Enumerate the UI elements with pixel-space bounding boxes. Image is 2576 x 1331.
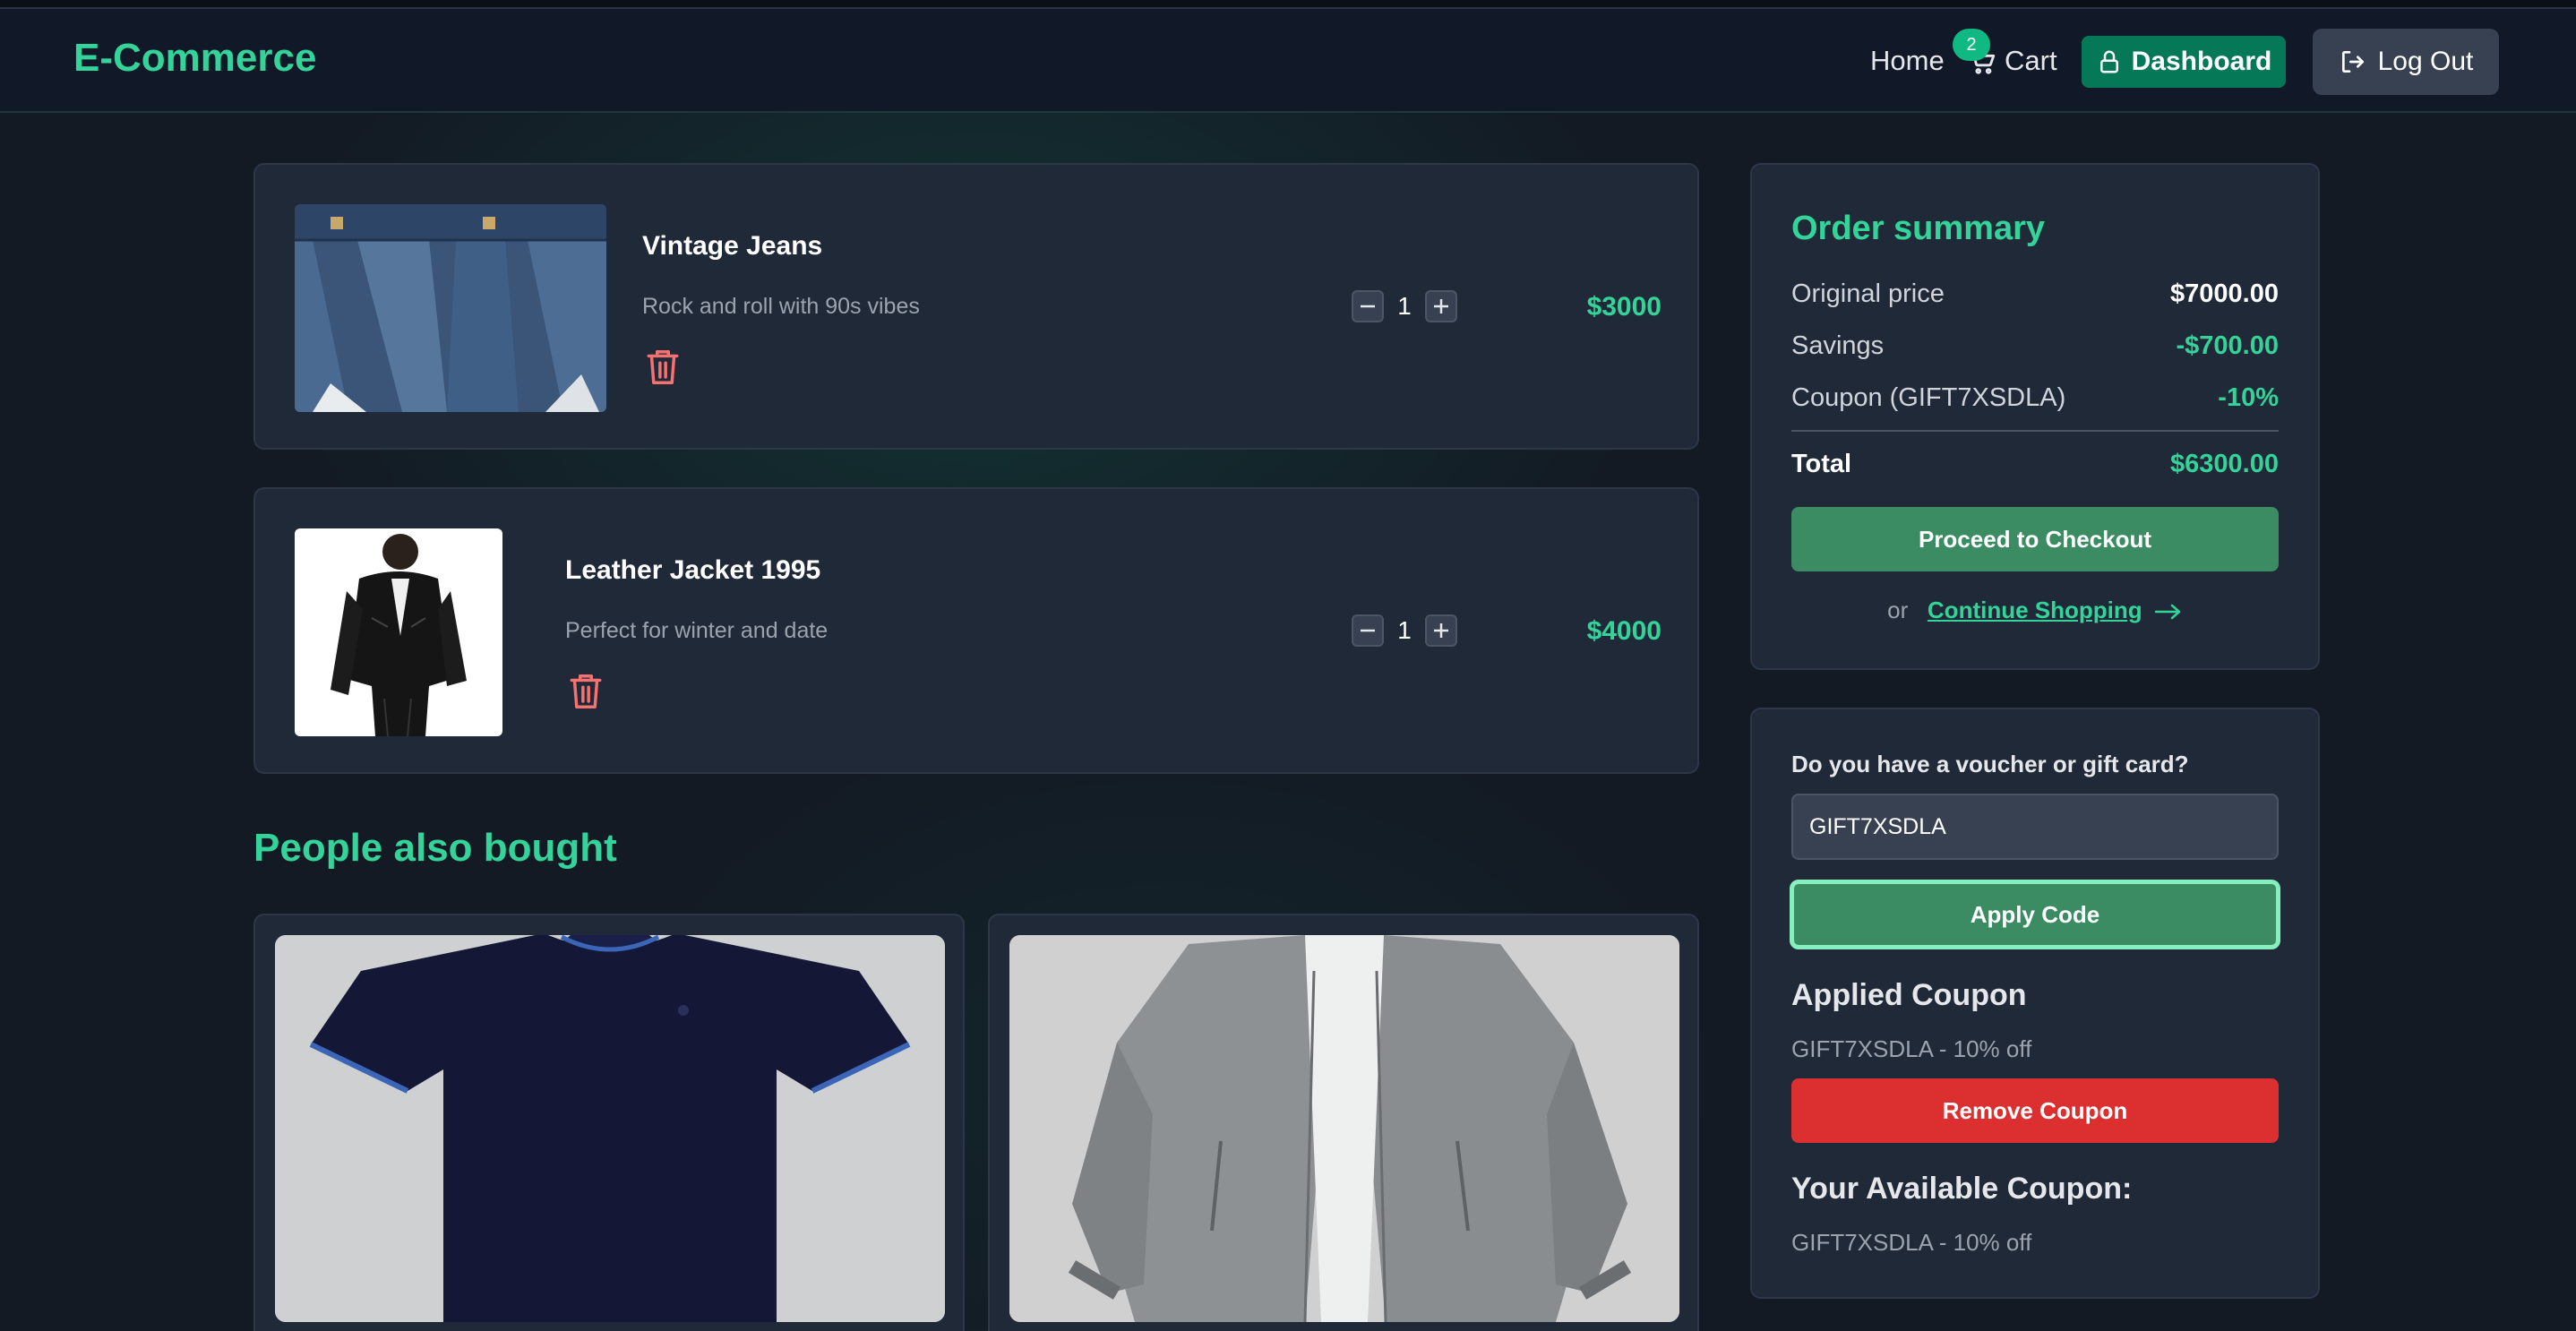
order-summary-title: Order summary bbox=[1791, 210, 2046, 247]
trash-icon[interactable] bbox=[569, 672, 603, 711]
arrow-right-icon[interactable] bbox=[2154, 603, 2183, 621]
summary-divider bbox=[1791, 430, 2279, 432]
brand-logo[interactable]: E-Commerce bbox=[73, 36, 316, 81]
cart-item: Leather Jacket 1995 Perfect for winter a… bbox=[253, 487, 1699, 774]
continue-shopping-link[interactable]: Continue Shopping bbox=[1928, 597, 2142, 623]
item-price: $4000 bbox=[1586, 616, 1662, 646]
apply-code-button[interactable]: Apply Code bbox=[1790, 880, 2280, 949]
trash-icon[interactable] bbox=[646, 348, 680, 387]
product-image-polo-shirt bbox=[275, 935, 945, 1322]
cart-item: Vintage Jeans Rock and roll with 90s vib… bbox=[253, 163, 1699, 450]
voucher-panel: Do you have a voucher or gift card? Appl… bbox=[1750, 708, 2320, 1299]
savings-value: -$700.00 bbox=[2176, 331, 2280, 360]
top-navbar: E-Commerce Home Cart 2 Dashboard Log Out bbox=[0, 9, 2576, 113]
applied-coupon-text: GIFT7XSDLA - 10% off bbox=[1791, 1035, 2032, 1062]
quantity-stepper: 1 bbox=[1352, 614, 1457, 647]
plus-icon bbox=[1434, 623, 1448, 638]
quantity-value: 1 bbox=[1397, 292, 1412, 320]
voucher-question: Do you have a voucher or gift card? bbox=[1791, 751, 2189, 777]
continue-shopping-row: or Continue Shopping bbox=[1752, 597, 2318, 624]
product-image-gray-jacket bbox=[1009, 935, 1679, 1322]
available-coupon-text: GIFT7XSDLA - 10% off bbox=[1791, 1229, 2032, 1256]
applied-coupon-heading: Applied Coupon bbox=[1791, 978, 2027, 1012]
quantity-stepper: 1 bbox=[1352, 290, 1457, 322]
quantity-value: 1 bbox=[1397, 616, 1412, 644]
nav-home-link[interactable]: Home bbox=[1870, 45, 1945, 77]
recommended-product-card[interactable] bbox=[253, 914, 965, 1331]
order-summary-panel: Order summary Original price $7000.00 Sa… bbox=[1750, 163, 2320, 670]
product-image-vintage-jeans bbox=[295, 204, 606, 412]
coupon-label: Coupon (GIFT7XSDLA) bbox=[1791, 383, 2066, 412]
logout-icon bbox=[2341, 51, 2364, 73]
window-top-edge bbox=[0, 0, 2576, 9]
dashboard-label: Dashboard bbox=[2131, 47, 2272, 76]
proceed-to-checkout-button[interactable]: Proceed to Checkout bbox=[1791, 507, 2279, 571]
cart-count-badge: 2 bbox=[1953, 29, 1990, 61]
total-row: Total $6300.00 bbox=[1791, 450, 2279, 479]
recommendations-heading: People also bought bbox=[253, 826, 617, 870]
decrease-quantity-button[interactable] bbox=[1352, 614, 1384, 647]
item-price: $3000 bbox=[1586, 292, 1662, 322]
nav-cart-label: Cart bbox=[2005, 45, 2057, 76]
total-label: Total bbox=[1791, 450, 1852, 478]
logout-button[interactable]: Log Out bbox=[2313, 29, 2499, 95]
total-value: $6300.00 bbox=[2170, 450, 2279, 478]
logout-label: Log Out bbox=[2377, 47, 2474, 76]
coupon-value: -10% bbox=[2218, 383, 2279, 412]
item-name: Leather Jacket 1995 bbox=[565, 555, 821, 585]
item-description: Perfect for winter and date bbox=[565, 618, 829, 643]
product-image-leather-jacket bbox=[295, 528, 502, 736]
decrease-quantity-button[interactable] bbox=[1352, 290, 1384, 322]
item-description: Rock and roll with 90s vibes bbox=[642, 294, 920, 319]
savings-row: Savings -$700.00 bbox=[1791, 331, 2279, 361]
increase-quantity-button[interactable] bbox=[1425, 290, 1457, 322]
original-price-row: Original price $7000.00 bbox=[1791, 279, 2279, 309]
available-coupon-heading: Your Available Coupon: bbox=[1791, 1172, 2133, 1206]
recommended-product-card[interactable] bbox=[988, 914, 1699, 1331]
or-text: or bbox=[1887, 597, 1909, 623]
lock-icon bbox=[2099, 50, 2118, 73]
original-price-label: Original price bbox=[1791, 279, 1945, 308]
minus-icon bbox=[1361, 305, 1375, 308]
remove-coupon-button[interactable]: Remove Coupon bbox=[1791, 1078, 2279, 1143]
coupon-row: Coupon (GIFT7XSDLA) -10% bbox=[1791, 383, 2279, 413]
voucher-code-input[interactable] bbox=[1791, 794, 2279, 860]
item-name: Vintage Jeans bbox=[642, 231, 823, 261]
plus-icon bbox=[1434, 299, 1448, 313]
original-price-value: $7000.00 bbox=[2170, 279, 2279, 308]
minus-icon bbox=[1361, 629, 1375, 632]
increase-quantity-button[interactable] bbox=[1425, 614, 1457, 647]
dashboard-button[interactable]: Dashboard bbox=[2082, 36, 2286, 88]
savings-label: Savings bbox=[1791, 331, 1885, 360]
